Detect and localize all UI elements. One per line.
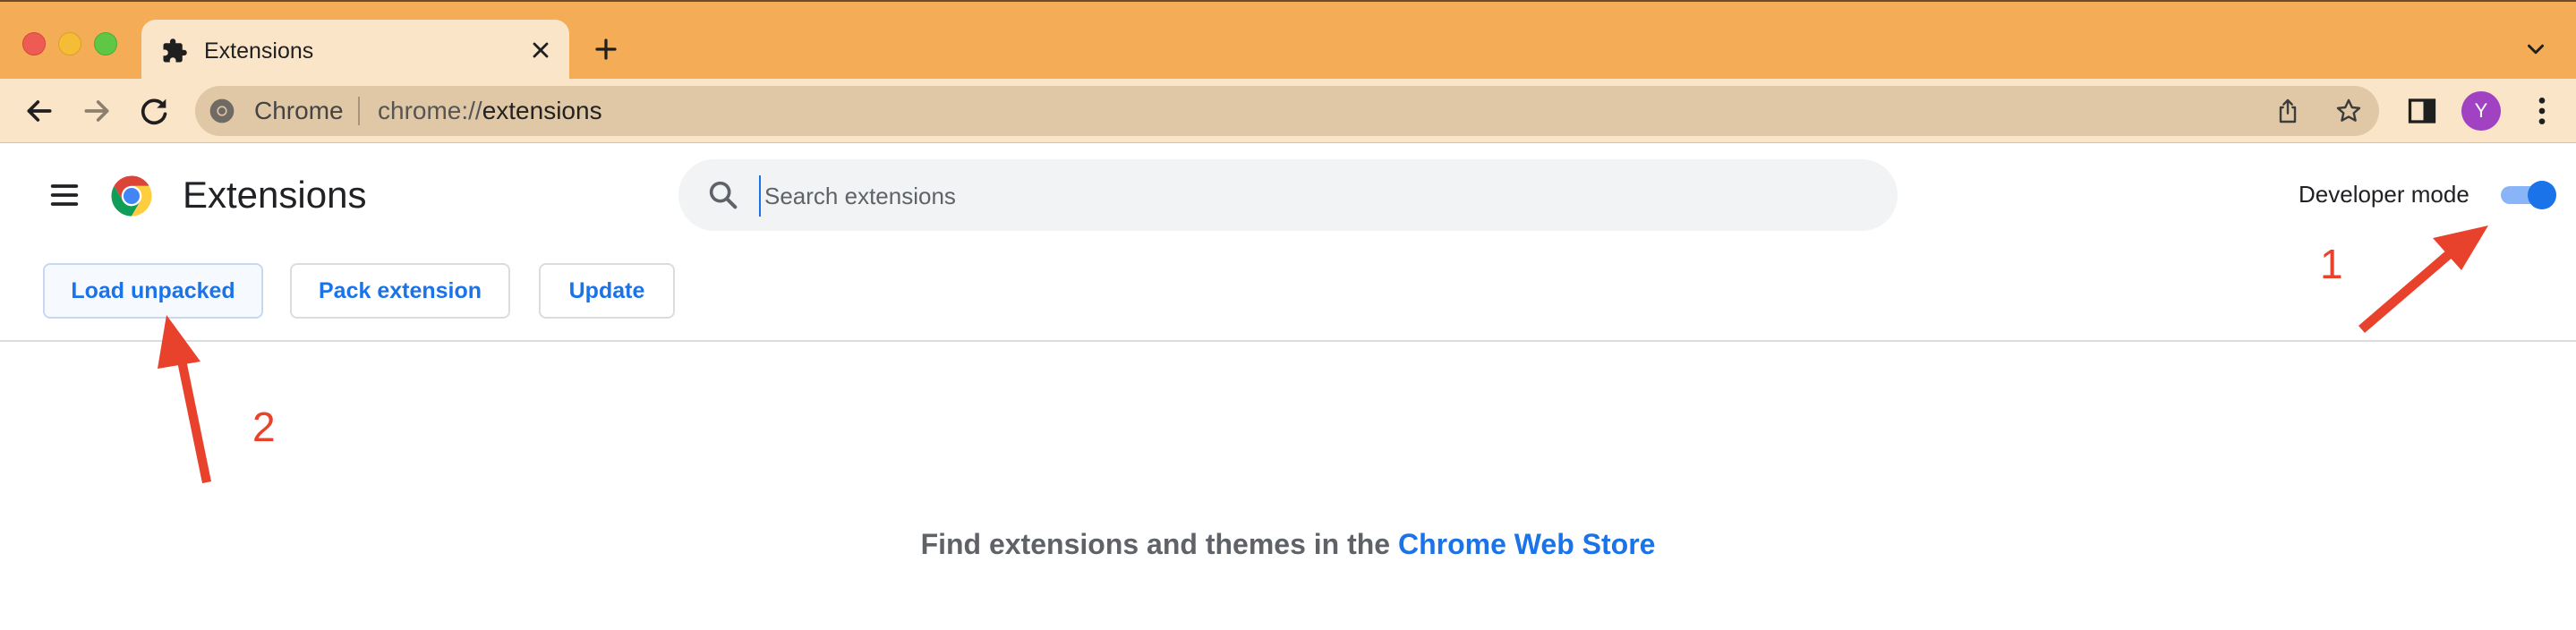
tab-extensions[interactable]: Extensions bbox=[141, 20, 569, 81]
tab-title: Extensions bbox=[204, 38, 314, 64]
chevron-down-icon[interactable] bbox=[2522, 36, 2549, 63]
annotation-number-1: 1 bbox=[2320, 241, 2343, 287]
more-menu-icon[interactable] bbox=[2524, 93, 2560, 129]
toggle-knob bbox=[2528, 181, 2556, 209]
share-icon[interactable] bbox=[2273, 97, 2302, 125]
menu-icon[interactable] bbox=[47, 177, 82, 213]
page-title: Extensions bbox=[183, 174, 367, 216]
maximize-window-button[interactable] bbox=[94, 32, 117, 55]
annotation-arrow-1 bbox=[2358, 226, 2488, 333]
developer-mode-label: Developer mode bbox=[2299, 181, 2469, 208]
close-icon[interactable] bbox=[528, 38, 553, 63]
url-path: extensions bbox=[482, 97, 602, 124]
annotation-number-2: 2 bbox=[252, 404, 276, 450]
url-scheme: chrome:// bbox=[378, 97, 482, 124]
search-input[interactable] bbox=[759, 175, 1840, 217]
tab-strip: Extensions bbox=[0, 0, 2576, 81]
profile-avatar[interactable]: Y bbox=[2461, 91, 2501, 131]
forward-arrow-icon[interactable] bbox=[79, 93, 115, 129]
pack-extension-button[interactable]: Pack extension bbox=[290, 263, 510, 319]
bookmark-star-icon[interactable] bbox=[2334, 97, 2363, 125]
empty-state-message: Find extensions and themes in the Chrome… bbox=[0, 524, 2576, 564]
browser-toolbar: Chrome chrome://extensions Y bbox=[0, 79, 2576, 143]
url-text[interactable]: chrome://extensions bbox=[378, 95, 602, 127]
developer-mode-toggle[interactable] bbox=[2501, 181, 2558, 209]
web-store-link[interactable]: Chrome Web Store bbox=[1398, 528, 1655, 560]
new-tab-button[interactable] bbox=[593, 36, 619, 63]
address-bar[interactable]: Chrome chrome://extensions bbox=[195, 86, 2379, 136]
omnibox-chip: Chrome bbox=[254, 97, 344, 124]
load-unpacked-button[interactable]: Load unpacked bbox=[43, 263, 263, 319]
search-bar[interactable] bbox=[678, 159, 1898, 231]
update-button[interactable]: Update bbox=[539, 263, 675, 319]
chrome-icon bbox=[209, 98, 235, 123]
empty-state-text: Find extensions and themes in the bbox=[920, 528, 1398, 560]
puzzle-icon bbox=[163, 38, 187, 63]
minimize-window-button[interactable] bbox=[58, 32, 81, 55]
side-panel-icon[interactable] bbox=[2406, 95, 2438, 127]
reload-icon[interactable] bbox=[136, 93, 172, 129]
search-icon bbox=[709, 181, 738, 209]
omnibox-divider bbox=[358, 97, 360, 125]
chrome-logo-icon bbox=[111, 175, 152, 217]
back-arrow-icon[interactable] bbox=[21, 93, 57, 129]
close-window-button[interactable] bbox=[22, 32, 46, 55]
toolbar-divider bbox=[0, 340, 2576, 342]
